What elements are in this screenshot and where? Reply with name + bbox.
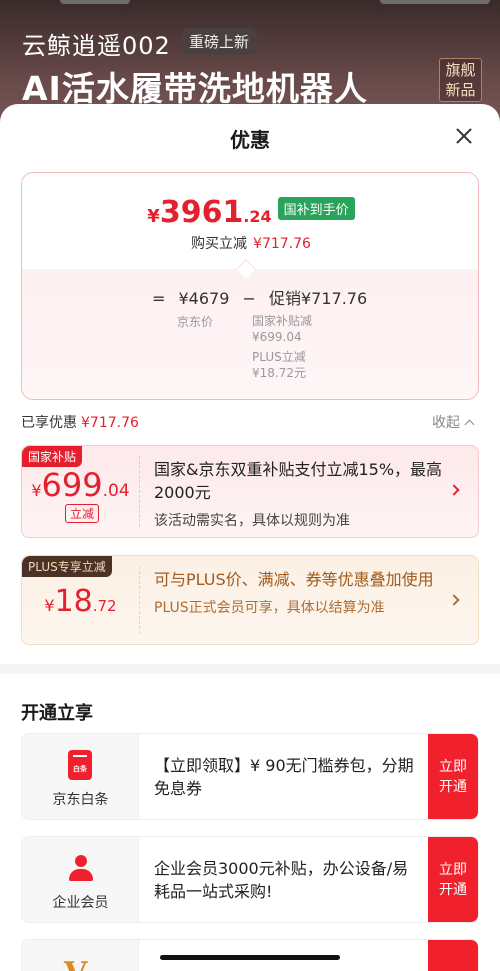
subsidy-price-tag: 国补到手价 (277, 197, 355, 220)
coupon-sub-text: PLUS正式会员可享，具体以结算为准 (154, 600, 385, 616)
sub-item-label: 国家补贴减 (252, 314, 313, 328)
person-head (75, 855, 87, 867)
sub-item-label: PLUS立减 (252, 350, 306, 364)
button-line: 立即 (439, 862, 467, 878)
price-formula-area: = ¥4679 − 促销¥717.76 京东价 国家补贴减 ¥699.04 PL… (22, 269, 478, 399)
national-subsidy-coupon[interactable]: 国家补贴 ¥699.04 立减 国家&京东双重补贴支付立减15%，最高2000元… (21, 445, 479, 538)
chevron-right-icon (448, 484, 460, 496)
enjoyed-label: 已享优惠 (21, 415, 77, 431)
price-formula: = ¥4679 − 促销¥717.76 (152, 285, 375, 309)
purchase-discount-label: 购买立减 (191, 236, 248, 252)
service-description: 【立即领取】¥ 90无门槛券包，分期免息券 (154, 756, 414, 798)
minus-sign: − (242, 289, 256, 308)
coupon-label: PLUS专享立减 (22, 556, 112, 577)
dashed-divider (139, 456, 140, 527)
chevron-right-icon (448, 594, 460, 606)
open-now-button[interactable] (428, 940, 478, 971)
enjoyed-amount: ¥717.76 (81, 415, 139, 431)
top-pill (60, 0, 130, 4)
promo-value: 促销¥717.76 (269, 289, 368, 308)
currency-symbol: ¥ (31, 481, 42, 500)
coupon-amount: ¥699.04 (22, 466, 139, 504)
button-line: 立即 (439, 759, 467, 775)
service-name: 企业会员 (52, 895, 109, 911)
jd-price-value: ¥4679 (178, 289, 230, 308)
purchase-discount-amount: ¥717.76 (253, 236, 311, 252)
coupon-description: 可与PLUS价、满减、券等优惠叠加使用 PLUS正式会员可享，具体以结算为准 (154, 568, 444, 617)
enterprise-member-icon (68, 855, 94, 883)
coupon-main-text: 可与PLUS价、满减、券等优惠叠加使用 (154, 570, 434, 589)
chevron-up-icon (464, 419, 475, 430)
final-price: ¥3961.24 国补到手价 (22, 195, 478, 230)
collapse-button[interactable]: 收起 (432, 412, 475, 432)
sheet-title: 优惠 (230, 128, 270, 152)
person-body (69, 869, 93, 881)
coupon-description: 国家&京东双重补贴支付立减15%，最高2000元 该活动需实名，具体以规则为准 (154, 458, 444, 530)
baitiao-icon-text: 白条 (73, 765, 87, 773)
sub-item: PLUS立减 ¥18.72元 (252, 349, 306, 381)
final-price-area: ¥3961.24 国补到手价 购买立减 ¥717.76 (22, 173, 478, 269)
section-divider (0, 664, 500, 674)
open-now-button[interactable]: 立即 开通 (428, 734, 478, 819)
amount-integer: 18 (54, 584, 93, 619)
amount-decimal: .04 (102, 481, 130, 501)
discount-type-tag: 立减 (65, 504, 100, 523)
flag-line: 新品 (445, 81, 476, 99)
open-section-title: 开通立享 (21, 703, 93, 724)
dashed-divider (139, 566, 140, 634)
product-title: AI活水履带洗地机器人 (22, 69, 368, 108)
enjoyed-discount: 已享优惠 ¥717.76 (21, 412, 139, 432)
baitiao-icon: 白条 (68, 750, 92, 780)
product-brand: 云鲸逍遥002 (22, 32, 171, 60)
price-breakdown-card: ¥3961.24 国补到手价 购买立减 ¥717.76 = ¥4679 − 促销¥7… (21, 172, 479, 400)
service-name: 京东白条 (52, 792, 109, 808)
plus-member-icon: V (64, 956, 98, 971)
close-icon[interactable] (452, 124, 476, 148)
amount-decimal: .72 (92, 597, 117, 615)
amount-integer: 699 (41, 466, 103, 504)
sub-item-value: ¥18.72元 (252, 366, 306, 380)
card-left: 企业会员 (22, 837, 139, 922)
purchase-discount-line: 购买立减 ¥717.76 (22, 233, 478, 253)
discount-sheet: 优惠 ¥3961.24 国补到手价 购买立减 ¥717.76 = ¥4679 − 促… (0, 104, 500, 971)
price-integer: 3961 (159, 195, 244, 230)
service-description: 企业会员3000元补贴，办公设备/易耗品一站式采购! (154, 859, 409, 901)
home-indicator (160, 955, 340, 960)
baitiao-card: 白条 京东白条 【立即领取】¥ 90无门槛券包，分期免息券 立即 开通 (21, 733, 479, 820)
sub-item: 国家补贴减 ¥699.04 (252, 313, 312, 345)
card-left: 白条 京东白条 (22, 734, 139, 819)
flagship-flag: 旗舰 新品 (439, 58, 482, 102)
enterprise-member-card: 企业会员 企业会员3000元补贴，办公设备/易耗品一站式采购! 立即 开通 (21, 836, 479, 923)
currency-symbol: ¥ (147, 206, 160, 227)
coupon-label: 国家补贴 (22, 446, 83, 467)
flag-line: 旗舰 (445, 61, 476, 79)
jd-price-label: 京东价 (177, 315, 214, 329)
coupon-main-text: 国家&京东双重补贴支付立减15%，最高2000元 (154, 460, 443, 502)
open-now-button[interactable]: 立即 开通 (428, 837, 478, 922)
sub-item-value: ¥699.04 (252, 330, 302, 344)
equals-sign: = (152, 289, 166, 308)
button-line: 开通 (439, 882, 467, 898)
coupon-amount: ¥18.72 (22, 584, 139, 619)
top-pill (380, 0, 490, 4)
plus-discount-coupon[interactable]: PLUS专享立减 ¥18.72 可与PLUS价、满减、券等优惠叠加使用 PLUS… (21, 555, 479, 645)
button-line: 开通 (439, 779, 467, 795)
currency-symbol: ¥ (44, 596, 55, 615)
new-badge: 重磅上新 (181, 28, 258, 55)
price-decimal: .24 (243, 207, 272, 226)
collapse-label: 收起 (432, 415, 460, 431)
card-left: V (22, 940, 139, 971)
top-bar (0, 0, 500, 8)
coupon-sub-text: 该活动需实名，具体以规则为准 (154, 513, 350, 529)
